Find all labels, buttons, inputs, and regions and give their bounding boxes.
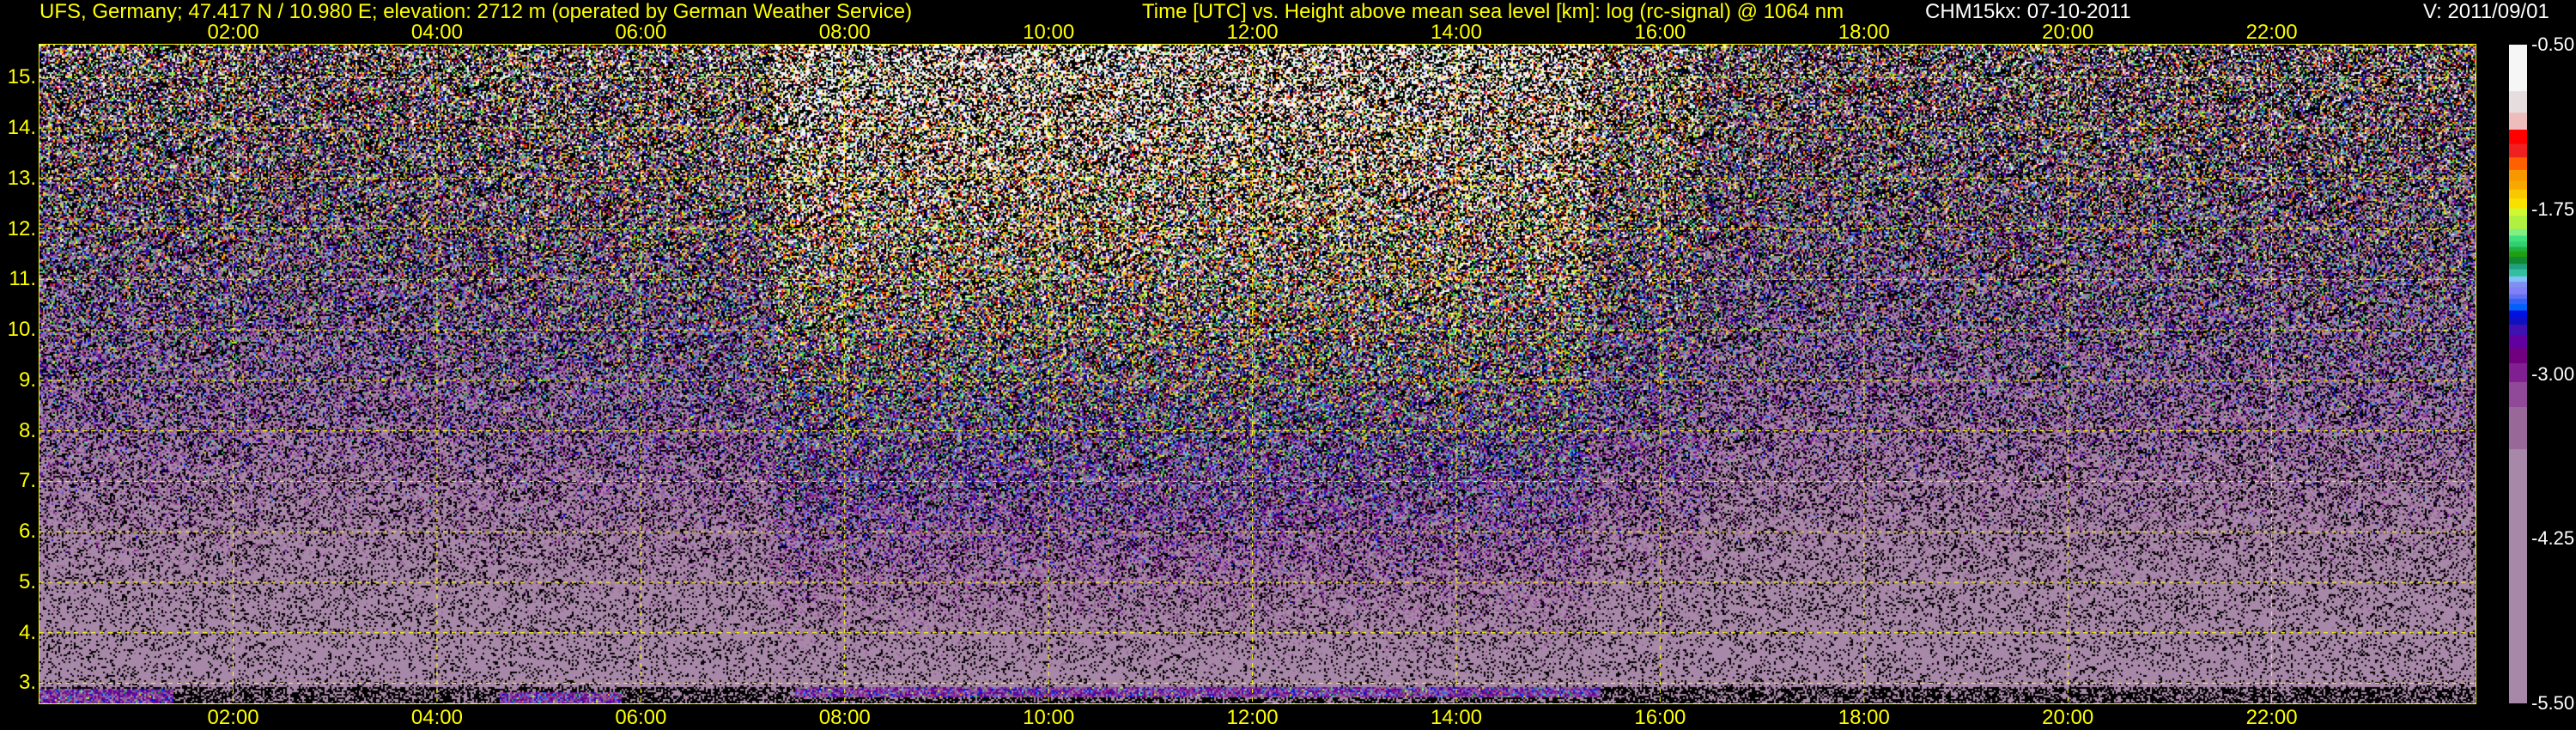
colorbar-swatch: [2509, 325, 2527, 337]
y-tick-label: 11.: [9, 267, 36, 291]
colorbar-swatch: [2509, 189, 2527, 199]
y-tick-label: 7.: [18, 469, 36, 493]
y-tick-label: 13.: [7, 166, 36, 190]
y-tick-label: 9.: [18, 368, 36, 392]
x-tick-label: 14:00: [1430, 706, 1482, 729]
y-tick-label: 10.: [7, 318, 36, 342]
x-tick-label: 20:00: [2042, 21, 2094, 44]
x-tick-label: 06:00: [615, 706, 667, 729]
colorbar-swatch: [2509, 45, 2527, 92]
colorbar-swatch: [2509, 129, 2527, 145]
colorbar-swatch: [2509, 143, 2527, 158]
colorbar-swatch: [2509, 298, 2527, 305]
colorbar-tick-label: -0.50: [2531, 33, 2575, 55]
colorbar-swatch: [2509, 269, 2527, 277]
x-tick-label: 22:00: [2245, 706, 2298, 729]
y-tick-label: 8.: [18, 418, 36, 442]
x-tick-label: 08:00: [818, 706, 871, 729]
y-tick-label: 15.: [7, 65, 36, 89]
colorbar: [2509, 45, 2527, 703]
colorbar-tick-label: -4.25: [2531, 527, 2575, 550]
colorbar-swatch: [2509, 276, 2527, 283]
x-tick-label: 12:00: [1226, 21, 1279, 44]
colorbar-swatch: [2509, 282, 2527, 288]
x-tick-label: 22:00: [2245, 21, 2298, 44]
colorbar-swatch: [2509, 198, 2527, 210]
colorbar-swatch: [2509, 91, 2527, 113]
colorbar-swatch: [2509, 362, 2527, 383]
plot-frame: [39, 44, 2476, 704]
colorbar-swatch: [2509, 304, 2527, 312]
colorbar-swatch: [2509, 449, 2527, 703]
y-tick-label: 5.: [18, 569, 36, 593]
y-tick-label: 12.: [7, 216, 36, 240]
x-tick-label: 14:00: [1430, 21, 1482, 44]
colorbar-swatch: [2509, 317, 2527, 325]
colorbar-swatch: [2509, 310, 2527, 319]
version-label: V: 2011/09/01: [2423, 0, 2549, 23]
colorbar-swatch: [2509, 348, 2527, 364]
colorbar-swatch: [2509, 335, 2527, 349]
colorbar-swatch: [2509, 180, 2527, 191]
colorbar-swatch: [2509, 287, 2527, 295]
colorbar-swatch: [2509, 216, 2527, 230]
x-tick-label: 18:00: [1838, 21, 1890, 44]
plot-description-title: Time [UTC] vs. Height above mean sea lev…: [1142, 0, 1844, 23]
x-tick-label: 08:00: [818, 21, 871, 44]
y-tick-label: 6.: [18, 520, 36, 544]
x-tick-label: 12:00: [1226, 706, 1279, 729]
x-tick-label: 16:00: [1634, 21, 1686, 44]
x-tick-label: 02:00: [207, 21, 259, 44]
colorbar-swatch: [2509, 246, 2527, 252]
colorbar-swatch: [2509, 264, 2527, 271]
x-tick-label: 18:00: [1838, 706, 1890, 729]
x-tick-label: 10:00: [1023, 706, 1075, 729]
colorbar-tick-label: -3.00: [2531, 362, 2575, 385]
colorbar-swatch: [2509, 208, 2527, 216]
x-tick-label: 04:00: [410, 706, 463, 729]
colorbar-swatch: [2509, 407, 2527, 450]
colorbar-swatch: [2509, 251, 2527, 258]
instrument-date-label: CHM15kx: 07-10-2011: [1925, 0, 2131, 23]
colorbar-swatch: [2509, 294, 2527, 300]
colorbar-swatch: [2509, 228, 2527, 236]
colorbar-swatch: [2509, 157, 2527, 171]
x-tick-label: 04:00: [410, 21, 463, 44]
x-tick-label: 16:00: [1634, 706, 1686, 729]
colorbar-swatch: [2509, 256, 2527, 265]
colorbar-swatch: [2509, 381, 2527, 408]
site-info-title: UFS, Germany; 47.417 N / 10.980 E; eleva…: [39, 0, 913, 23]
colorbar-tick-label: -5.50: [2531, 692, 2575, 714]
colorbar-swatch: [2509, 235, 2527, 242]
colorbar-swatch: [2509, 241, 2527, 247]
x-tick-label: 02:00: [207, 706, 259, 729]
y-tick-label: 4.: [18, 620, 36, 644]
y-tick-label: 3.: [18, 671, 36, 695]
colorbar-swatch: [2509, 113, 2527, 131]
x-tick-label: 10:00: [1023, 21, 1075, 44]
colorbar-swatch: [2509, 169, 2527, 181]
y-tick-label: 14.: [7, 115, 36, 139]
x-tick-label: 20:00: [2042, 706, 2094, 729]
x-tick-label: 06:00: [615, 21, 667, 44]
colorbar-tick-label: -1.75: [2531, 198, 2575, 220]
